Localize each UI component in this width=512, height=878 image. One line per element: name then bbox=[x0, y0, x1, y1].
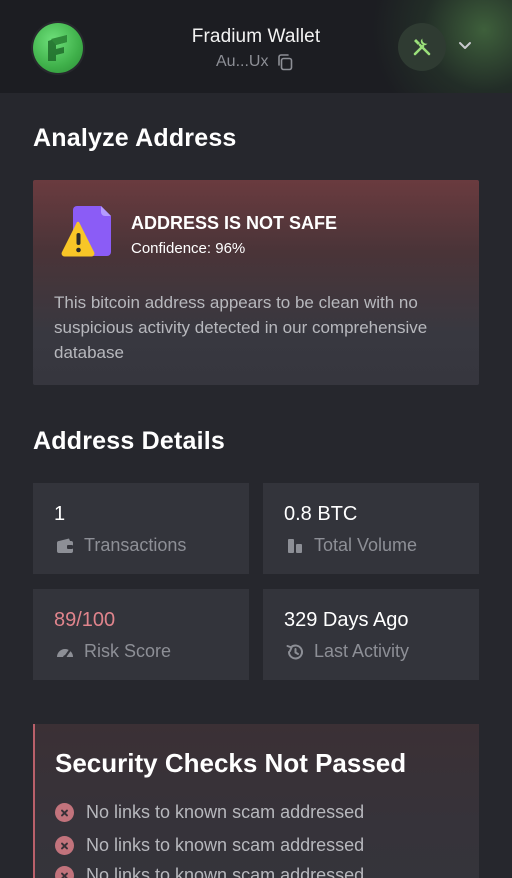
stat-value: 329 Days Ago bbox=[284, 609, 409, 631]
address-status-card: ADDRESS IS NOT SAFE Confidence: 96% This… bbox=[33, 180, 479, 385]
stat-label: Total Volume bbox=[314, 535, 418, 555]
stat-value: 0.8 BTC bbox=[284, 503, 358, 525]
wallet-address: Au...Ux bbox=[216, 53, 269, 70]
security-check-text: No links to known scam addressed bbox=[86, 835, 365, 855]
status-description: This bitcoin address appears to be clean… bbox=[54, 293, 428, 362]
stat-transactions: 1 Transactions bbox=[33, 483, 249, 574]
x-circle-icon bbox=[55, 803, 74, 822]
copy-icon[interactable] bbox=[276, 53, 294, 71]
security-check-item: No links to known scam addressed bbox=[55, 802, 364, 823]
details-title: Address Details bbox=[33, 427, 225, 455]
security-title: Security Checks Not Passed bbox=[55, 748, 407, 778]
stat-label: Risk Score bbox=[84, 641, 172, 661]
confidence-text: Confidence: 96% bbox=[131, 240, 246, 257]
stat-risk-score: 89/100 Risk Score bbox=[33, 589, 249, 680]
security-checks-card: Security Checks Not Passed No links to k… bbox=[33, 724, 479, 878]
security-check-item: No links to known scam addressed bbox=[55, 835, 364, 856]
gauge-icon bbox=[55, 642, 75, 662]
stat-total-volume: 0.8 BTC Total Volume bbox=[263, 483, 479, 574]
status-title: ADDRESS IS NOT SAFE bbox=[131, 213, 338, 233]
stat-value: 89/100 bbox=[54, 609, 116, 631]
wallet-address-row: Au...Ux bbox=[216, 52, 294, 72]
history-icon bbox=[285, 642, 305, 662]
wallet-icon bbox=[55, 536, 75, 556]
app-header: Fradium Wallet Au...Ux bbox=[0, 0, 512, 93]
security-check-text: No links to known scam addressed bbox=[86, 865, 365, 878]
tools-button[interactable] bbox=[398, 23, 446, 71]
x-circle-icon bbox=[55, 866, 74, 878]
security-check-text: No links to known scam addressed bbox=[86, 802, 365, 822]
page-title: Analyze Address bbox=[33, 124, 237, 152]
stat-label: Last Activity bbox=[314, 641, 410, 661]
x-circle-icon bbox=[55, 836, 74, 855]
stat-value: 1 bbox=[54, 503, 66, 525]
stat-last-activity: 329 Days Ago Last Activity bbox=[263, 589, 479, 680]
tools-icon bbox=[413, 38, 431, 56]
security-check-item: No links to known scam addressed bbox=[55, 865, 364, 878]
bar-chart-icon bbox=[285, 536, 305, 556]
stat-label: Transactions bbox=[84, 535, 187, 555]
warning-file-icon bbox=[61, 204, 115, 260]
chevron-down-icon[interactable] bbox=[457, 37, 473, 53]
